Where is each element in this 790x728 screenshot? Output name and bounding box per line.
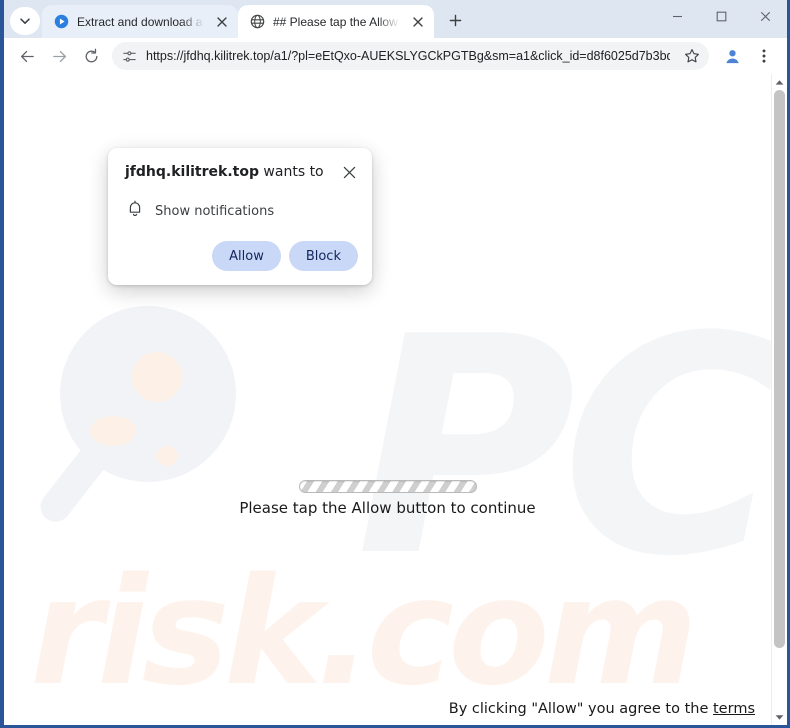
- scroll-down-arrow-icon: [775, 714, 784, 720]
- plus-icon: [449, 14, 461, 26]
- reload-icon: [85, 48, 97, 62]
- address-bar[interactable]: https://jfdhq.kilitrek.top/a1/?pl=eEtQxo…: [112, 42, 709, 70]
- profile-avatar-icon: [725, 49, 739, 63]
- loading-progress-bar: [298, 480, 477, 493]
- terms-notice: By clicking "Allow" you agree to the ter…: [449, 701, 755, 717]
- scrollbar-thumb[interactable]: [774, 90, 785, 648]
- back-arrow-icon: [20, 50, 34, 62]
- permission-label: Show notifications: [155, 203, 275, 219]
- tab-title-1: Extract and download audio and: [77, 14, 204, 29]
- pc-watermark-text: PC: [356, 273, 771, 622]
- back-button[interactable]: [12, 41, 42, 71]
- terms-notice-prefix: By clicking "Allow" you agree to the: [448, 701, 713, 717]
- minimize-icon: [672, 15, 682, 18]
- star-icon: [685, 49, 699, 63]
- forward-arrow-icon: [52, 50, 66, 62]
- dialog-title: jfdhq.kilitrek.top wants to: [125, 164, 324, 182]
- reload-button[interactable]: [76, 41, 106, 71]
- page-scrollbar[interactable]: [771, 74, 787, 725]
- dialog-title-suffix: wants to: [258, 164, 324, 180]
- profile-button[interactable]: [717, 41, 747, 71]
- block-button[interactable]: Block: [288, 241, 358, 271]
- close-icon: [413, 16, 423, 27]
- page-viewport: PC risk.com Please tap the Allow button …: [4, 74, 787, 725]
- terms-link[interactable]: terms: [713, 701, 755, 717]
- domain-watermark-text: risk.com: [30, 546, 698, 718]
- tab-close-button-1[interactable]: [212, 12, 232, 32]
- dialog-origin: jfdhq.kilitrek.top: [125, 164, 259, 180]
- page-headline: Please tap the Allow button to continue: [239, 499, 536, 517]
- browser-tab-1[interactable]: Extract and download audio and: [42, 5, 238, 38]
- dialog-permission-row: Show notifications: [125, 200, 358, 222]
- globe-icon: [249, 14, 265, 30]
- scroll-up-arrow-icon: [775, 79, 784, 85]
- allow-button[interactable]: Allow: [212, 241, 281, 271]
- close-icon: [343, 166, 355, 178]
- scroll-up-button[interactable]: [772, 74, 787, 90]
- browser-window: Extract and download audio and ## Plea: [0, 0, 790, 728]
- tab-title-2: ## Please tap the Allow button: [273, 14, 400, 29]
- site-settings-icon[interactable]: [122, 49, 137, 64]
- window-controls: [655, 0, 787, 33]
- tab-strip: Extract and download audio and ## Plea: [4, 0, 787, 38]
- play-circle-icon: [53, 14, 69, 30]
- minimize-button[interactable]: [655, 0, 699, 33]
- dialog-header: jfdhq.kilitrek.top wants to: [125, 164, 358, 183]
- three-dot-menu-icon: [762, 49, 766, 63]
- maximize-icon: [716, 11, 726, 22]
- close-button[interactable]: [743, 0, 787, 33]
- bell-icon: [127, 200, 143, 222]
- browser-tab-2[interactable]: ## Please tap the Allow button: [238, 5, 434, 38]
- scroll-down-button[interactable]: [772, 709, 787, 725]
- close-icon: [217, 16, 227, 27]
- close-icon: [760, 11, 770, 22]
- dialog-actions: Allow Block: [125, 241, 358, 271]
- maximize-button[interactable]: [699, 0, 743, 33]
- notification-permission-dialog: jfdhq.kilitrek.top wants to Show notific…: [108, 148, 372, 285]
- toolbar-right-actions: [717, 41, 779, 71]
- address-bar-url: https://jfdhq.kilitrek.top/a1/?pl=eEtQxo…: [146, 49, 670, 63]
- tab-search-button[interactable]: [10, 7, 40, 35]
- dialog-close-button[interactable]: [338, 161, 360, 183]
- bookmark-button[interactable]: [679, 43, 705, 69]
- tab-close-button-2[interactable]: [408, 12, 428, 32]
- forward-button[interactable]: [44, 41, 74, 71]
- browser-toolbar: https://jfdhq.kilitrek.top/a1/?pl=eEtQxo…: [4, 38, 787, 74]
- scrollbar-track[interactable]: [772, 90, 787, 709]
- chevron-down-icon: [20, 18, 30, 24]
- page-center-block: Please tap the Allow button to continue: [4, 480, 771, 517]
- new-tab-button[interactable]: [440, 5, 470, 35]
- web-page-content: PC risk.com Please tap the Allow button …: [4, 74, 771, 725]
- browser-menu-button[interactable]: [749, 41, 779, 71]
